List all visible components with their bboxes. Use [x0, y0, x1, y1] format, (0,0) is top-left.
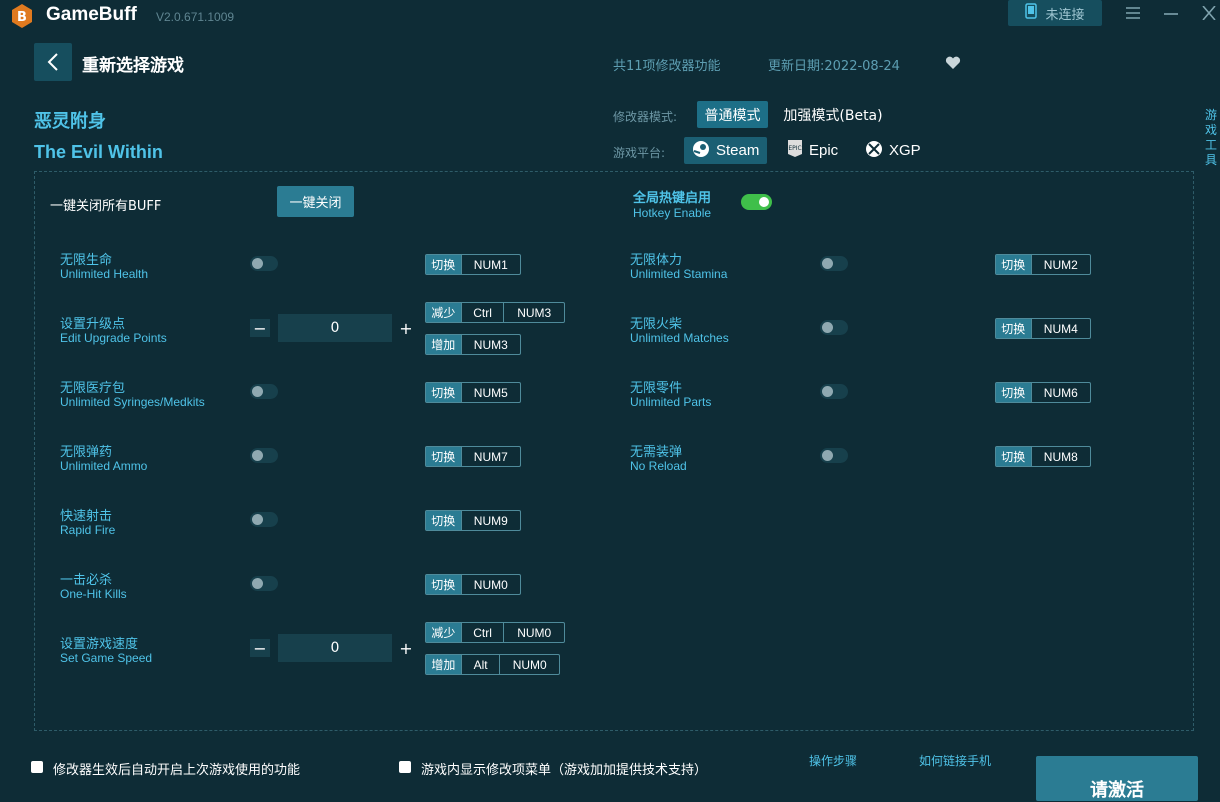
- option-toggle[interactable]: [250, 384, 278, 399]
- menu-icon[interactable]: [1122, 4, 1144, 22]
- minimize-icon[interactable]: [1160, 4, 1182, 22]
- increase-button[interactable]: +: [396, 639, 416, 658]
- hotkey-badge[interactable]: 切换 NUM7: [425, 446, 521, 467]
- hotkey-badge[interactable]: 切换 NUM6: [995, 382, 1091, 403]
- option-label-cn: 无限生命: [60, 253, 113, 268]
- hotkey-badge[interactable]: 切换 NUM8: [995, 446, 1091, 467]
- option-label-en: Unlimited Parts: [630, 395, 712, 409]
- svg-text:EPIC: EPIC: [788, 145, 801, 152]
- option-label-en: Unlimited Health: [60, 267, 149, 281]
- option-label-cn: 一击必杀: [60, 573, 113, 588]
- platform-epic-button[interactable]: EPIC Epic: [779, 137, 846, 164]
- close-icon[interactable]: [1198, 4, 1220, 22]
- option-label-cn: 无限火柴: [630, 317, 683, 332]
- option-toggle[interactable]: [820, 320, 848, 335]
- phone-link[interactable]: 如何链接手机: [919, 752, 991, 769]
- option-label-en: Rapid Fire: [60, 523, 116, 537]
- close-all-button[interactable]: 一键关闭: [277, 186, 354, 217]
- option-label-cn: 无需装弹: [630, 445, 683, 460]
- value-input[interactable]: 0: [278, 634, 392, 662]
- close-all-label: 一键关闭所有BUFF: [50, 199, 162, 214]
- hotkey-badge-decrease[interactable]: 减少 Ctrl NUM0: [425, 622, 565, 643]
- option-label-cn: 设置升级点: [60, 317, 126, 332]
- option-label-en: Set Game Speed: [60, 651, 153, 665]
- option-label-en: Unlimited Ammo: [60, 459, 148, 473]
- ingame-menu-label: 游戏内显示修改项菜单（游戏加加提供技术支持）: [421, 763, 708, 778]
- option-toggle[interactable]: [250, 576, 278, 591]
- hotkey-badge-increase[interactable]: 增加 NUM3: [425, 334, 521, 355]
- mode-label: 修改器模式:: [613, 110, 678, 124]
- app-version: V2.0.671.1009: [156, 10, 235, 24]
- epic-icon: EPIC: [787, 139, 803, 162]
- value-input[interactable]: 0: [278, 314, 392, 342]
- auto-enable-checkbox[interactable]: [31, 761, 43, 773]
- decrease-button[interactable]: −: [250, 639, 270, 658]
- option-label-cn: 无限医疗包: [60, 381, 126, 396]
- page-title: 重新选择游戏: [82, 56, 184, 76]
- option-label-en: No Reload: [630, 459, 687, 473]
- mode-enhanced-button[interactable]: 加强模式(Beta): [780, 101, 886, 128]
- hotkey-badge[interactable]: 切换 NUM9: [425, 510, 521, 531]
- xbox-icon: [865, 140, 883, 162]
- connect-label: 未连接: [1045, 7, 1085, 23]
- hotkey-badge[interactable]: 切换 NUM5: [425, 382, 521, 403]
- option-label-cn: 设置游戏速度: [60, 637, 139, 652]
- hotkey-badge-decrease[interactable]: 减少 Ctrl NUM3: [425, 302, 565, 323]
- back-button[interactable]: [34, 43, 72, 81]
- hotkey-badge[interactable]: 切换 NUM0: [425, 574, 521, 595]
- hotkey-enable-label-cn: 全局热键启用: [633, 191, 712, 206]
- game-name-en: The Evil Within: [34, 142, 163, 162]
- connect-phone-button[interactable]: 未连接: [1008, 0, 1102, 26]
- platform-steam-button[interactable]: Steam: [684, 137, 767, 164]
- platform-epic-label: Epic: [809, 142, 839, 159]
- option-toggle[interactable]: [250, 448, 278, 463]
- gamebuff-logo-icon: B: [10, 3, 34, 29]
- update-date: 更新日期:2022-08-24: [768, 59, 900, 74]
- activate-button[interactable]: 请激活: [1036, 756, 1198, 801]
- increase-button[interactable]: +: [396, 319, 416, 338]
- option-toggle[interactable]: [820, 384, 848, 399]
- platform-steam-label: Steam: [716, 142, 760, 159]
- phone-icon: [1025, 3, 1038, 23]
- hotkey-badge[interactable]: 切换 NUM4: [995, 318, 1091, 339]
- hotkey-enable-label-en: Hotkey Enable: [633, 206, 712, 220]
- option-label-en: Edit Upgrade Points: [60, 331, 167, 345]
- platform-xgp-label: XGP: [889, 142, 921, 159]
- game-tools-side-tab[interactable]: 游 戏 工 具: [1204, 108, 1218, 168]
- option-toggle[interactable]: [250, 256, 278, 271]
- hotkey-badge[interactable]: 切换 NUM1: [425, 254, 521, 275]
- option-label-cn: 无限弹药: [60, 445, 113, 460]
- option-label-en: Unlimited Matches: [630, 331, 729, 345]
- option-label-en: One-Hit Kills: [60, 587, 127, 601]
- option-label-cn: 无限体力: [630, 253, 683, 268]
- option-toggle[interactable]: [820, 448, 848, 463]
- platform-label: 游戏平台:: [613, 146, 666, 160]
- ingame-menu-checkbox[interactable]: [399, 761, 411, 773]
- option-toggle[interactable]: [250, 512, 278, 527]
- option-label-cn: 快速射击: [60, 509, 113, 524]
- hotkey-badge-increase[interactable]: 增加 Alt NUM0: [425, 654, 560, 675]
- game-name-cn: 恶灵附身: [34, 111, 106, 132]
- option-toggle[interactable]: [820, 256, 848, 271]
- hotkey-badge[interactable]: 切换 NUM2: [995, 254, 1091, 275]
- hotkey-enable-toggle[interactable]: [741, 194, 772, 210]
- option-label-cn: 无限零件: [630, 381, 683, 396]
- auto-enable-label: 修改器生效后自动开启上次游戏使用的功能: [53, 763, 301, 778]
- favorite-heart-icon[interactable]: [945, 55, 961, 74]
- steam-icon: [692, 140, 710, 162]
- option-label-en: Unlimited Syringes/Medkits: [60, 395, 205, 409]
- feature-count: 共11项修改器功能: [613, 59, 721, 74]
- chevron-left-icon: [47, 53, 58, 71]
- option-label-en: Unlimited Stamina: [630, 267, 728, 281]
- app-name: GameBuff: [46, 4, 137, 25]
- platform-xgp-button[interactable]: XGP: [857, 137, 929, 164]
- mode-normal-button[interactable]: 普通模式: [697, 101, 768, 128]
- decrease-button[interactable]: −: [250, 319, 270, 338]
- steps-link[interactable]: 操作步骤: [809, 752, 857, 769]
- svg-text:B: B: [17, 10, 27, 25]
